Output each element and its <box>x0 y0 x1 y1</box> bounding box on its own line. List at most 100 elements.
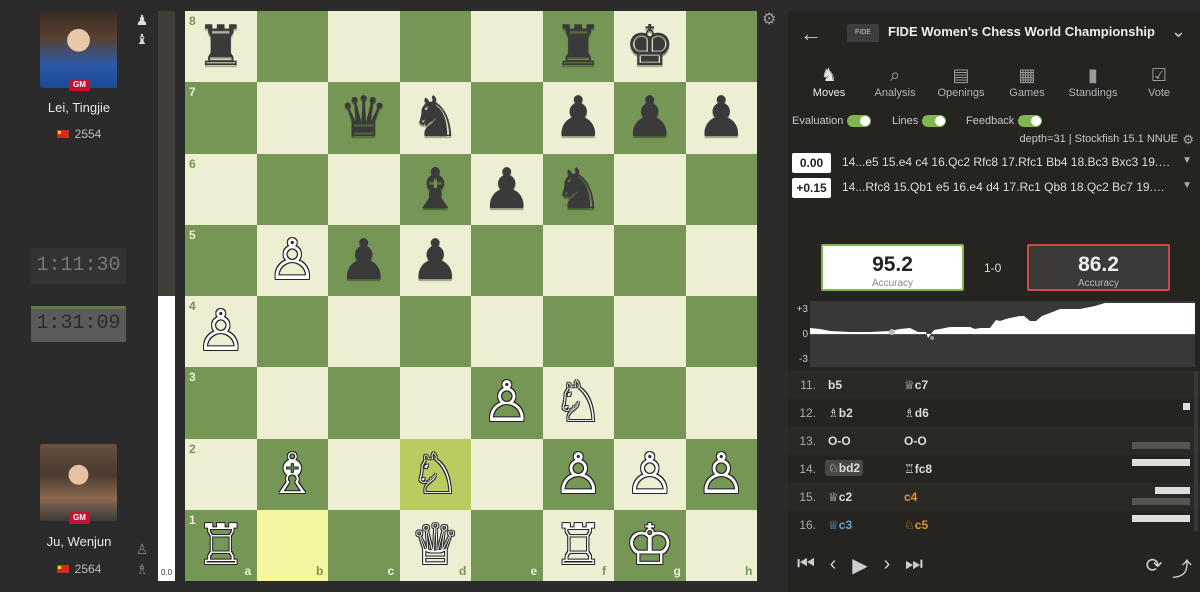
black-knight-f6[interactable]: ♞ <box>543 154 615 225</box>
square-d3[interactable] <box>399 367 471 439</box>
engine-line-2[interactable]: +0.15 14...Rfc8 15.Qb1 e5 16.e4 d4 17.Rc… <box>792 178 1192 198</box>
square-e8[interactable] <box>471 11 543 83</box>
square-b8[interactable] <box>256 11 328 83</box>
flip-board-icon[interactable]: ⟳ <box>1142 553 1166 578</box>
black-pawn-e6[interactable]: ♟ <box>471 154 543 225</box>
square-c3[interactable] <box>328 367 400 439</box>
white-king-g1[interactable]: ♔ <box>614 510 686 581</box>
black-pawn-d5[interactable]: ♟ <box>400 225 472 296</box>
evaluation-graph[interactable] <box>810 301 1195 367</box>
black-rook-f8[interactable]: ♜ <box>543 11 615 82</box>
white-move[interactable]: O-O <box>828 434 851 448</box>
engine-line-moves[interactable]: 14...Rfc8 15.Qb1 e5 16.e4 d4 17.Rc1 Qb8 … <box>842 180 1172 194</box>
white-move[interactable]: ♘bd2 <box>825 460 864 476</box>
previous-move-icon[interactable]: ‹ <box>821 553 845 576</box>
square-d8[interactable] <box>399 11 471 83</box>
white-pawn-a4[interactable]: ♙ <box>185 296 257 367</box>
tab-moves[interactable]: ♞ Moves <box>798 63 860 107</box>
square-c8[interactable] <box>328 11 400 83</box>
square-e5[interactable] <box>471 224 543 296</box>
tab-vote[interactable]: ☑ Vote <box>1128 63 1190 107</box>
white-rook-a1[interactable]: ♖ <box>185 510 257 581</box>
white-pawn-g2[interactable]: ♙ <box>614 439 686 510</box>
white-pawn-f2[interactable]: ♙ <box>543 439 615 510</box>
lines-toggle[interactable]: Lines <box>892 115 947 128</box>
white-pawn-h2[interactable]: ♙ <box>686 439 758 510</box>
evaluation-toggle[interactable]: Evaluation <box>792 115 872 128</box>
evaluation-switch[interactable] <box>847 115 872 128</box>
tab-standings[interactable]: ▮ Standings <box>1062 63 1124 107</box>
white-rook-f1[interactable]: ♖ <box>543 510 615 581</box>
white-pawn-e3[interactable]: ♙ <box>471 367 543 438</box>
chess-board[interactable]: 8 7 6 5 4 3 2 1 a b c d e f g h ♜ ♜ ♚ ♛ ♞ ♟ ♟ ♟ ♝ ♟ ♞ ♟ ♟ ♙ ♙ ♙ ♘ ♗ ♘ ♙ ♙ ♙ ♖ ♕… <box>185 11 757 581</box>
square-g3[interactable] <box>614 367 686 439</box>
top-player-avatar[interactable] <box>40 11 117 88</box>
square-b6[interactable] <box>256 153 328 225</box>
black-bishop-d6[interactable]: ♝ <box>400 154 472 225</box>
white-knight-d2[interactable]: ♘ <box>400 439 472 510</box>
square-d4[interactable] <box>399 296 471 368</box>
square-h5[interactable] <box>685 224 757 296</box>
black-move[interactable]: ♕c7 <box>904 378 928 392</box>
square-h8[interactable] <box>685 11 757 83</box>
engine-line-moves[interactable]: 14...e5 15.e4 c4 16.Qc2 Rfc8 17.Rfc1 Bb4… <box>842 155 1172 169</box>
black-move[interactable]: ♖fc8 <box>904 462 932 476</box>
feedback-toggle[interactable]: Feedback <box>966 115 1043 128</box>
square-c4[interactable] <box>328 296 400 368</box>
next-move-icon[interactable]: › <box>875 553 899 576</box>
share-icon[interactable]: ⤴ <box>1170 553 1194 582</box>
square-f4[interactable] <box>542 296 614 368</box>
square-e2[interactable] <box>471 438 543 510</box>
square-e7[interactable] <box>471 82 543 154</box>
white-knight-f3[interactable]: ♘ <box>543 367 615 438</box>
square-e4[interactable] <box>471 296 543 368</box>
black-move[interactable]: ♘c5 <box>904 518 928 532</box>
bottom-player-avatar[interactable] <box>40 444 117 521</box>
tab-games[interactable]: ▦ Games <box>996 63 1058 107</box>
black-knight-d7[interactable]: ♞ <box>400 82 472 153</box>
tab-openings[interactable]: ▤ Openings <box>930 63 992 107</box>
board-settings-gear-icon[interactable]: ⚙ <box>762 11 780 29</box>
square-b7[interactable] <box>256 82 328 154</box>
back-arrow-icon[interactable]: ← <box>800 21 822 47</box>
black-queen-c7[interactable]: ♛ <box>328 82 400 153</box>
feedback-switch[interactable] <box>1018 115 1043 128</box>
lines-switch[interactable] <box>922 115 947 128</box>
chevron-down-icon[interactable]: ⌄ <box>1171 21 1186 42</box>
black-pawn-c5[interactable]: ♟ <box>328 225 400 296</box>
event-title[interactable]: FIDE Women's Chess World Championship <box>888 24 1155 39</box>
square-h6[interactable] <box>685 153 757 225</box>
black-move[interactable]: c4 <box>904 490 917 504</box>
square-b4[interactable] <box>256 296 328 368</box>
last-move-icon[interactable]: ⏭ <box>902 553 926 576</box>
move-list-scrollbar[interactable] <box>1194 371 1198 531</box>
engine-line-1[interactable]: 0.00 14...e5 15.e4 c4 16.Qc2 Rfc8 17.Rfc… <box>792 153 1192 173</box>
square-g5[interactable] <box>614 224 686 296</box>
white-move[interactable]: b5 <box>828 378 842 392</box>
black-move[interactable]: ♗d6 <box>904 406 929 420</box>
white-bishop-b2[interactable]: ♗ <box>257 439 329 510</box>
expand-caret-icon[interactable]: ▼ <box>1182 155 1192 166</box>
white-move[interactable]: ♕c2 <box>828 490 852 504</box>
top-player-name[interactable]: Lei, Tingjie <box>0 100 158 115</box>
first-move-icon[interactable]: ⏮ <box>794 553 818 576</box>
square-f5[interactable] <box>542 224 614 296</box>
white-queen-d1[interactable]: ♕ <box>400 510 472 581</box>
expand-caret-icon[interactable]: ▼ <box>1182 180 1192 191</box>
white-move[interactable]: ♕c3 <box>828 518 852 532</box>
square-c6[interactable] <box>328 153 400 225</box>
play-icon[interactable]: ▶ <box>848 553 872 578</box>
square-h4[interactable] <box>685 296 757 368</box>
white-move[interactable]: ♗b2 <box>828 406 853 420</box>
square-h3[interactable] <box>685 367 757 439</box>
square-c2[interactable] <box>328 438 400 510</box>
square-g6[interactable] <box>614 153 686 225</box>
square-g4[interactable] <box>614 296 686 368</box>
black-pawn-g7[interactable]: ♟ <box>614 82 686 153</box>
black-king-g8[interactable]: ♚ <box>614 11 686 82</box>
black-pawn-f7[interactable]: ♟ <box>543 82 615 153</box>
square-b3[interactable] <box>256 367 328 439</box>
white-pawn-b5[interactable]: ♙ <box>257 225 329 296</box>
engine-settings-gear-icon[interactable]: ⚙ <box>1182 132 1194 148</box>
black-move[interactable]: O-O <box>904 434 927 448</box>
